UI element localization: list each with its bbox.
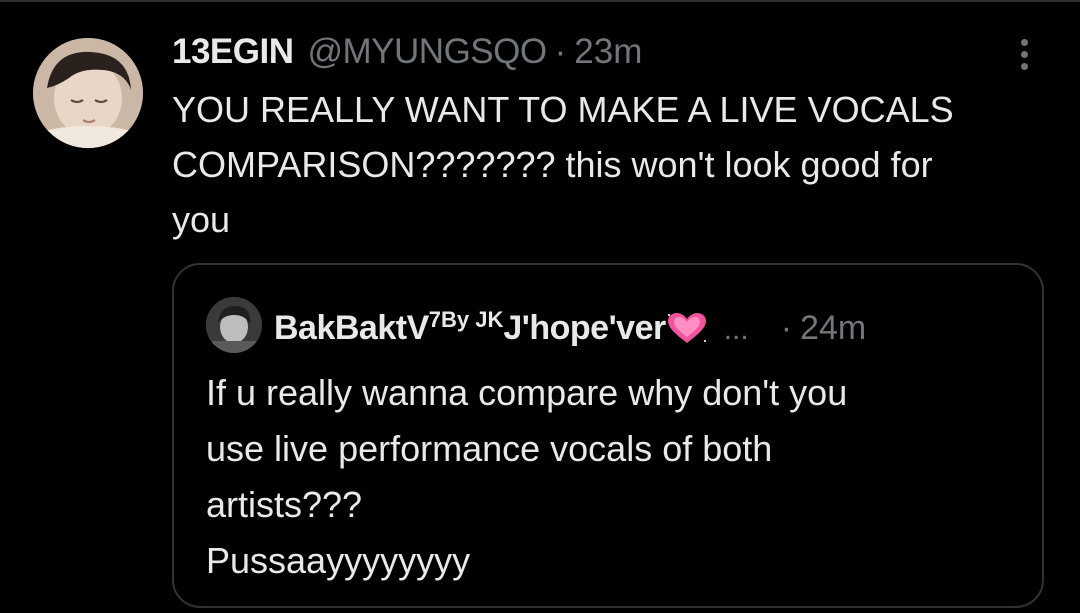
timestamp[interactable]: 23m [574, 32, 642, 72]
user-handle[interactable]: @MYUNGSQO [308, 32, 548, 72]
tweet-text: YOU REALLY WANT TO MAKE A LIVE VOCALS CO… [172, 89, 954, 240]
quoted-tweet-text: If u really wanna compare why don't you … [206, 372, 848, 581]
more-dot [1020, 62, 1028, 70]
quoted-name-suffix: J'hope'ver [503, 309, 666, 347]
tweet-header: 13EGIN @MYUNGSQO · 23m [172, 32, 642, 80]
quoted-tweet-card[interactable]: BakBaktV 7 By JK J'hope'ver ... · 24m If… [172, 263, 1044, 608]
more-dot [1020, 38, 1028, 46]
more-vertical-icon[interactable] [1006, 34, 1042, 74]
separator-dot: · [554, 32, 567, 71]
quoted-separator-dot: · [780, 309, 793, 347]
display-name[interactable]: 13EGIN [172, 32, 294, 72]
quoted-avatar[interactable] [206, 297, 262, 353]
quoted-tweet-header: BakBaktV 7 By JK J'hope'ver ... · 24m [274, 305, 1014, 348]
more-dot [1020, 50, 1028, 58]
avatar[interactable] [33, 38, 143, 148]
quoted-timestamp[interactable]: 24m [800, 309, 866, 348]
quoted-display-name[interactable]: BakBaktV [274, 309, 429, 348]
quoted-avatar-image [206, 297, 262, 353]
quoted-name-superscript: 7 [428, 307, 441, 332]
sparkling-heart-icon [666, 311, 708, 345]
quoted-name-superscript-text: By JK [441, 307, 504, 332]
avatar-image [33, 38, 143, 148]
tweet[interactable]: 13EGIN @MYUNGSQO · 23m YOU REALLY WANT T… [0, 0, 1080, 613]
quoted-name-ellipsis: ... [723, 313, 749, 346]
